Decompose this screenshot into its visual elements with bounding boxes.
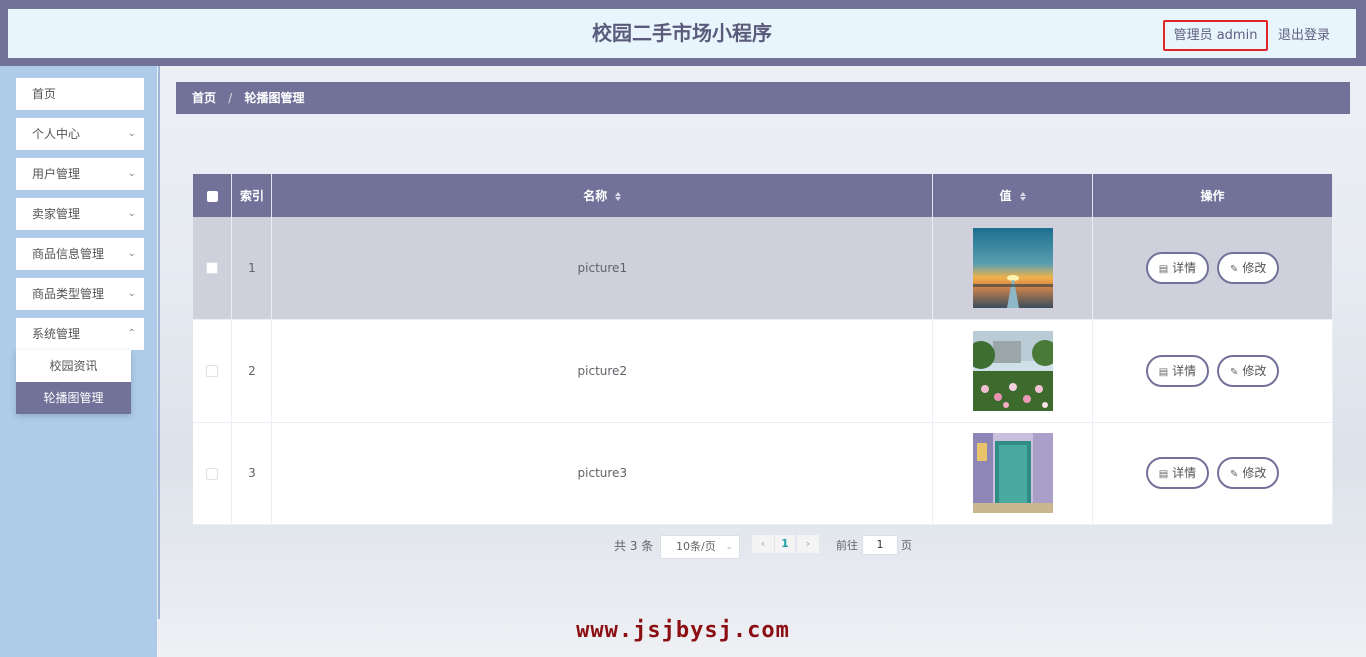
row-checkbox[interactable] <box>206 467 219 480</box>
goto-page-input[interactable]: 1 <box>862 535 898 555</box>
row-image-cell <box>932 319 1094 423</box>
admin-user-label[interactable]: 管理员 admin <box>1163 20 1268 51</box>
breadcrumb-current: 轮播图管理 <box>244 91 305 105</box>
row-index: 1 <box>231 217 273 320</box>
sidebar-item-users[interactable]: 用户管理 ⌄ <box>16 158 144 190</box>
sunset-road-image[interactable] <box>972 227 1053 308</box>
document-icon: ▤ <box>1158 263 1169 275</box>
document-icon: ▤ <box>1158 366 1169 378</box>
column-actions: 操作 <box>1092 174 1333 217</box>
detail-button-label: 详情 <box>1172 466 1197 480</box>
sidebar-item-label: 商品信息管理 <box>32 247 105 261</box>
sidebar-item-label: 系统管理 <box>32 327 81 341</box>
detail-button[interactable]: ▤ 详情 <box>1145 354 1210 387</box>
sidebar-item-profile[interactable]: 个人中心 ⌄ <box>16 118 144 150</box>
row-name: picture3 <box>271 422 934 525</box>
select-all-checkbox[interactable] <box>206 190 218 202</box>
detail-button-label: 详情 <box>1172 260 1197 275</box>
edit-button[interactable]: ✎ 修改 <box>1216 251 1280 284</box>
sidebar-item-label: 卖家管理 <box>32 207 81 221</box>
row-name: picture2 <box>271 319 934 423</box>
page-suffix: 页 <box>901 539 912 552</box>
sidebar-item-sellers[interactable]: 卖家管理 ⌄ <box>16 198 144 230</box>
header-bar: 校园二手市场小程序 管理员 admin 退出登录 <box>8 9 1356 58</box>
table-row: 1 picture1 ▤ 详情 ✎ 修改 <box>193 217 1333 320</box>
page-number-current[interactable]: 1 <box>775 535 795 553</box>
column-value-label: 值 <box>999 189 1012 203</box>
edit-button-label: 修改 <box>1242 466 1267 480</box>
detail-button-label: 详情 <box>1172 363 1197 378</box>
breadcrumb: 首页 / 轮播图管理 <box>176 82 1350 114</box>
column-value[interactable]: 值 <box>932 174 1094 217</box>
table-row: 3 picture3 ▤ 详情 ✎ 修改 <box>193 422 1333 525</box>
row-checkbox[interactable] <box>206 262 219 275</box>
system-submenu: 校园资讯 轮播图管理 <box>16 350 131 414</box>
row-index: 3 <box>231 422 273 525</box>
column-index: 索引 <box>231 174 273 217</box>
chevron-down-icon: ⌄ <box>127 128 136 139</box>
column-name-label: 名称 <box>583 189 608 203</box>
row-select-cell <box>193 422 233 525</box>
app-title: 校园二手市场小程序 <box>592 21 772 45</box>
edit-button-label: 修改 <box>1242 260 1267 275</box>
chevron-down-icon: ⌄ <box>725 542 733 552</box>
breadcrumb-separator: / <box>228 91 233 105</box>
goto-label: 前往 <box>836 539 858 552</box>
logout-link[interactable]: 退出登录 <box>1278 20 1330 51</box>
row-select-cell <box>193 319 233 423</box>
prev-page-button[interactable]: ‹ <box>752 535 774 553</box>
sidebar-item-label: 用户管理 <box>32 167 81 181</box>
sidebar-item-system[interactable]: 系统管理 ⌃ <box>16 318 144 350</box>
column-name[interactable]: 名称 <box>271 174 934 217</box>
next-page-button[interactable]: › <box>797 535 819 553</box>
table-row: 2 picture2 ▤ 详情 ✎ 修改 <box>193 319 1333 423</box>
sidebar-item-home[interactable]: 首页 <box>16 78 144 110</box>
pencil-icon: ✎ <box>1229 263 1239 275</box>
sidebar-item-label: 个人中心 <box>32 127 81 141</box>
edit-button[interactable]: ✎ 修改 <box>1216 457 1280 489</box>
chevron-down-icon: ⌄ <box>127 288 136 299</box>
pagination-total: 共 3 条 <box>614 539 654 553</box>
sort-icon[interactable] <box>615 192 622 201</box>
sort-icon[interactable] <box>1019 192 1026 201</box>
table-header-row: 索引 名称 值 操作 <box>193 174 1333 217</box>
page-size-value: 10条/页 <box>676 540 716 553</box>
edit-button[interactable]: ✎ 修改 <box>1216 354 1280 387</box>
header: 校园二手市场小程序 管理员 admin 退出登录 <box>0 0 1366 66</box>
chevron-down-icon: ⌄ <box>127 208 136 219</box>
row-select-cell <box>193 217 233 320</box>
sidebar-item-label: 首页 <box>32 87 57 101</box>
page-size-select[interactable]: 10条/页 ⌄ <box>660 535 740 559</box>
pencil-icon: ✎ <box>1229 366 1239 378</box>
row-name: picture1 <box>271 217 934 320</box>
row-actions: ▤ 详情 ✎ 修改 <box>1092 217 1333 320</box>
edit-button-label: 修改 <box>1242 363 1267 378</box>
select-all-cell <box>193 174 233 217</box>
detail-button[interactable]: ▤ 详情 <box>1145 251 1210 284</box>
detail-button[interactable]: ▤ 详情 <box>1145 457 1210 489</box>
breadcrumb-home[interactable]: 首页 <box>192 91 216 105</box>
watermark: www.jsjbysj.com <box>576 618 790 643</box>
row-checkbox[interactable] <box>206 365 219 377</box>
flower-garden-image[interactable] <box>972 330 1053 411</box>
hallway-door-image[interactable] <box>972 433 1053 513</box>
sidebar-item-label: 商品类型管理 <box>32 287 105 301</box>
row-actions: ▤ 详情 ✎ 修改 <box>1092 422 1333 525</box>
chevron-down-icon: ⌄ <box>127 248 136 259</box>
submenu-item-campus-news[interactable]: 校园资讯 <box>16 350 131 382</box>
submenu-item-carousel[interactable]: 轮播图管理 <box>16 382 131 414</box>
document-icon: ▤ <box>1158 469 1169 480</box>
carousel-table: 索引 名称 值 操作 1 picture1 ▤ 详情 ✎ 修改 2 pictur… <box>193 174 1333 525</box>
pagination: 共 3 条 10条/页 ⌄ ‹ 1 › 前往 1 页 <box>0 533 1366 559</box>
pencil-icon: ✎ <box>1229 469 1239 480</box>
row-image-cell <box>932 217 1094 320</box>
row-actions: ▤ 详情 ✎ 修改 <box>1092 319 1333 423</box>
sidebar-item-product-types[interactable]: 商品类型管理 ⌄ <box>16 278 144 310</box>
sidebar-item-products[interactable]: 商品信息管理 ⌄ <box>16 238 144 270</box>
row-image-cell <box>932 422 1094 525</box>
chevron-down-icon: ⌄ <box>127 168 136 179</box>
chevron-up-icon: ⌃ <box>127 328 136 339</box>
row-index: 2 <box>231 319 273 423</box>
